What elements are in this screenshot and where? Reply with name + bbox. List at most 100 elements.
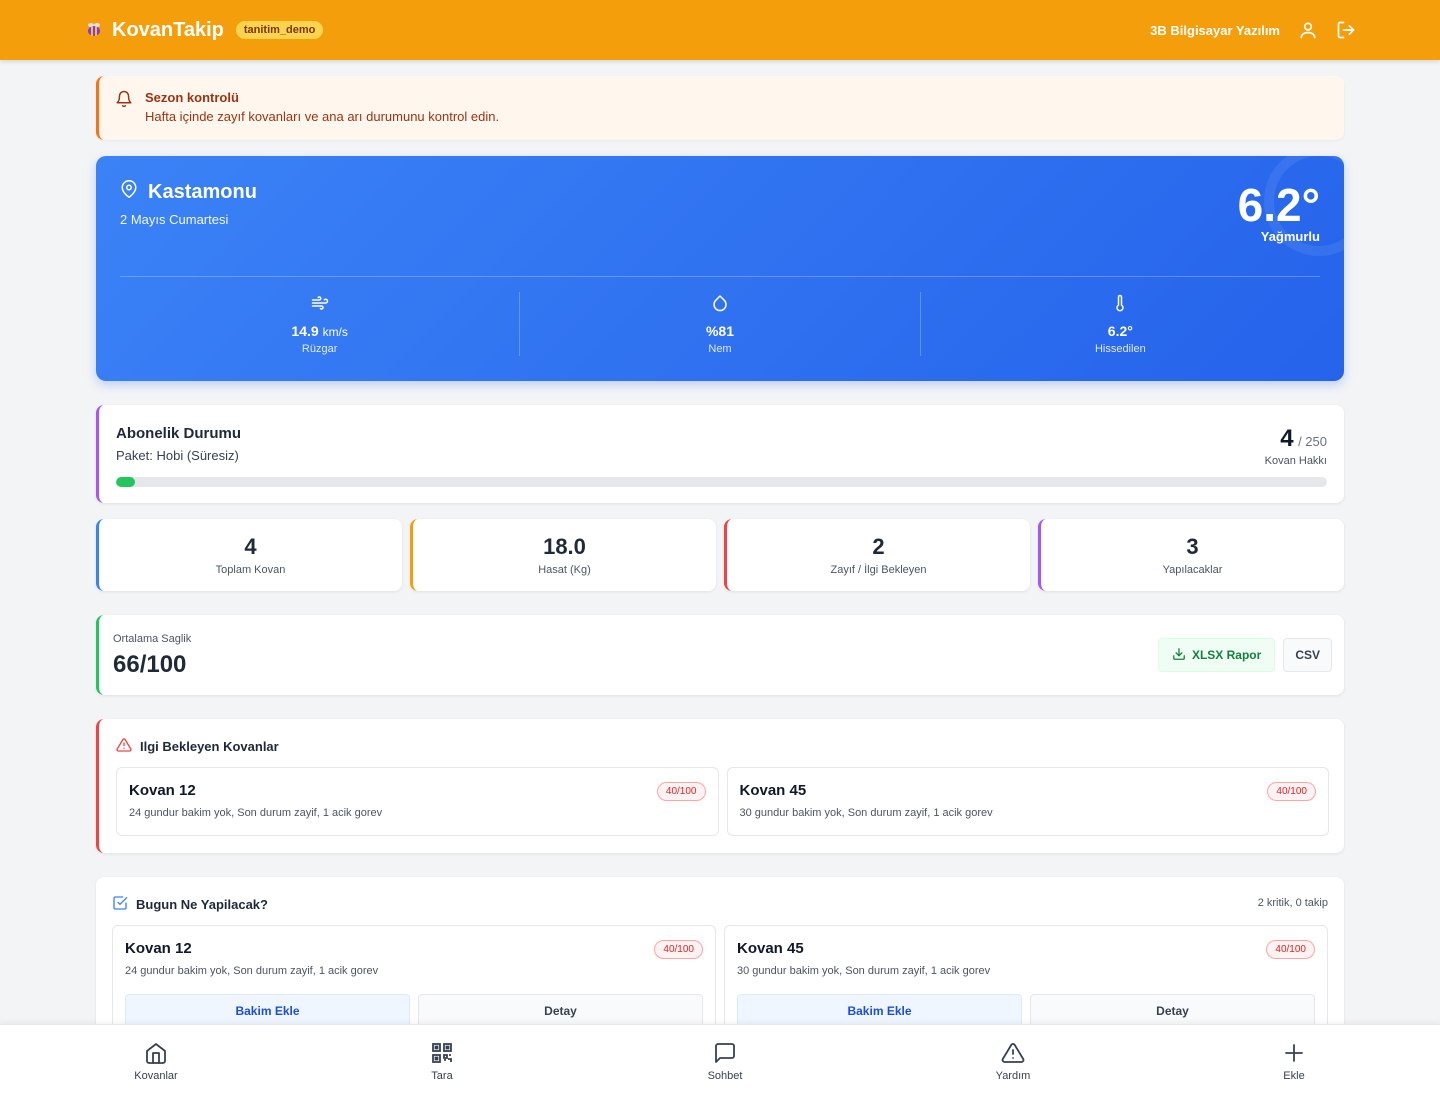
weather-location: Kastamonu: [148, 180, 257, 203]
health-value: 66/100: [113, 651, 187, 678]
nav-item-scan[interactable]: Tara: [402, 1041, 482, 1082]
stat-label: Toplam Kovan: [215, 564, 286, 576]
attention-section: Ilgi Bekleyen Kovanlar Kovan 12 24 gundu…: [96, 719, 1344, 853]
detail-button[interactable]: Detay: [418, 994, 703, 1028]
nav-label: Yardım: [995, 1070, 1031, 1082]
humidity-label: Nem: [708, 342, 732, 355]
subscription-used: 4: [1280, 425, 1294, 452]
humidity-value: %81: [705, 322, 734, 339]
health-label: Ortalama Saglik: [113, 633, 192, 645]
nav-item-chat[interactable]: Sohbet: [685, 1041, 765, 1082]
weather-feels-like: 6.2° Hissedilen: [919, 292, 1320, 356]
logout-icon[interactable]: [1336, 20, 1356, 40]
subscription-progress-fill: [116, 477, 136, 487]
nav-item-help[interactable]: Yardım: [973, 1041, 1053, 1082]
weather-temperature: 6.2°: [1237, 179, 1320, 231]
stat-card-weak-hives[interactable]: 2 Zayıf / İlgi Bekleyen: [724, 519, 1030, 591]
xlsx-label: XLSX Rapor: [1191, 648, 1262, 662]
hive-description: 24 gundur bakim yok, Son durum zayif, 1 …: [129, 807, 383, 819]
stat-label: Zayıf / İlgi Bekleyen: [830, 564, 927, 576]
todo-hive-card: Kovan 12 24 gundur bakim yok, Son durum …: [112, 925, 716, 1035]
todo-hive-card: Kovan 45 30 gundur bakim yok, Son durum …: [724, 925, 1328, 1035]
app-name: KovanTakip: [112, 18, 224, 41]
todo-title: Bugun Ne Yapilacak?: [136, 897, 268, 912]
stat-card-todos[interactable]: 3 Yapılacaklar: [1038, 519, 1344, 591]
check-square-icon: [112, 895, 128, 914]
attention-hive-card[interactable]: Kovan 12 24 gundur bakim yok, Son durum …: [116, 767, 719, 836]
hive-score-badge: 40/100: [654, 940, 703, 959]
weather-humidity: %81 Nem: [519, 292, 919, 356]
droplet-icon: [711, 294, 729, 317]
alert-text: Hafta içinde zayıf kovanları ve ana arı …: [145, 109, 500, 124]
add-maintenance-button[interactable]: Bakim Ekle: [737, 994, 1022, 1028]
wind-label: Rüzgar: [301, 342, 338, 355]
map-pin-icon: [120, 180, 138, 204]
hive-score-badge: 40/100: [656, 782, 706, 801]
subscription-max: / 250: [1298, 434, 1327, 449]
hive-name: Kovan 45: [737, 940, 804, 957]
bell-icon: [115, 90, 133, 126]
hive-score-badge: 40/100: [1267, 782, 1316, 801]
hive-description: 24 gundur bakim yok, Son durum zayif, 1 …: [125, 965, 379, 977]
subscription-plan: Paket: Hobi (Süresiz): [116, 448, 239, 463]
add-maintenance-button[interactable]: Bakim Ekle: [125, 994, 410, 1028]
nav-label: Sohbet: [707, 1070, 743, 1082]
stat-card-total-hives[interactable]: 4 Toplam Kovan: [96, 519, 402, 591]
nav-label: Ekle: [1283, 1070, 1305, 1082]
wind-unit: km/s: [322, 324, 348, 339]
company-name: 3B Bilgisayar Yazılım: [1150, 22, 1280, 38]
subscription-progress: [116, 477, 1327, 487]
alert-title: Sezon kontrolü: [145, 90, 239, 105]
hive-name: Kovan 12: [125, 940, 192, 957]
csv-button[interactable]: CSV: [1283, 638, 1332, 672]
hive-description: 30 gundur bakim yok, Son durum zayif, 1 …: [737, 965, 991, 977]
xlsx-report-button[interactable]: XLSX Rapor: [1157, 638, 1276, 672]
hive-name: Kovan 12: [129, 782, 196, 799]
stat-value: 18.0: [543, 534, 586, 559]
hive-name: Kovan 45: [739, 782, 807, 799]
thermometer-icon: [1111, 294, 1129, 317]
subscription-label: Kovan Hakkı: [1264, 455, 1327, 467]
demo-badge: tanitim_demo: [235, 21, 324, 39]
plus-icon: [1282, 1041, 1306, 1065]
subscription-title: Abonelik Durumu: [116, 425, 242, 442]
stat-label: Yapılacaklar: [1162, 564, 1223, 576]
qr-code-icon: [430, 1041, 454, 1065]
average-health-card: Ortalama Saglik 66/100 XLSX Rapor CSV: [96, 615, 1344, 695]
feels-like-label: Hissedilen: [1094, 342, 1146, 355]
bottom-navigation: Kovanlar Tara Sohbet Yardım Ekle: [0, 1024, 1440, 1100]
stat-value: 2: [872, 534, 885, 559]
weather-wind: 14.9 km/s Rüzgar: [120, 292, 519, 356]
weather-date: 2 Mayıs Cumartesi: [120, 212, 229, 227]
season-alert: Sezon kontrolü Hafta içinde zayıf kovanl…: [96, 76, 1344, 140]
alert-triangle-icon: [1001, 1041, 1025, 1065]
download-icon: [1172, 647, 1186, 664]
user-icon[interactable]: [1298, 20, 1318, 40]
stat-value: 3: [1186, 534, 1199, 559]
home-icon: [144, 1041, 168, 1065]
wind-icon: [311, 294, 329, 317]
stats-row: 4 Toplam Kovan 18.0 Hasat (Kg) 2 Zayıf /…: [96, 519, 1344, 591]
feels-like-value: 6.2°: [1107, 322, 1133, 339]
detail-button[interactable]: Detay: [1030, 994, 1315, 1028]
bee-icon: [84, 20, 104, 40]
top-bar: KovanTakip tanitim_demo 3B Bilgisayar Ya…: [0, 0, 1440, 60]
nav-item-add[interactable]: Ekle: [1254, 1041, 1334, 1082]
hive-score-badge: 40/100: [1266, 940, 1315, 959]
weather-divider: [120, 276, 1320, 277]
stat-card-harvest[interactable]: 18.0 Hasat (Kg): [410, 519, 716, 591]
todo-meta: 2 kritik, 0 takip: [1257, 897, 1328, 909]
wind-value: 14.9: [291, 322, 319, 339]
nav-label: Kovanlar: [134, 1070, 178, 1082]
stat-value: 4: [244, 534, 257, 559]
attention-title: Ilgi Bekleyen Kovanlar: [140, 739, 279, 754]
attention-hive-card[interactable]: Kovan 45 30 gundur bakim yok, Son durum …: [726, 767, 1329, 836]
subscription-card: Abonelik Durumu Paket: Hobi (Süresiz) 4 …: [96, 405, 1344, 503]
nav-label: Tara: [431, 1070, 453, 1082]
hive-description: 30 gundur bakim yok, Son durum zayif, 1 …: [739, 807, 993, 819]
weather-card: Kastamonu 2 Mayıs Cumartesi 6.2° Yağmurl…: [96, 156, 1344, 381]
warning-icon: [116, 737, 132, 756]
brand[interactable]: KovanTakip tanitim_demo: [84, 18, 324, 42]
nav-item-hives[interactable]: Kovanlar: [116, 1041, 196, 1082]
stat-label: Hasat (Kg): [538, 564, 591, 576]
